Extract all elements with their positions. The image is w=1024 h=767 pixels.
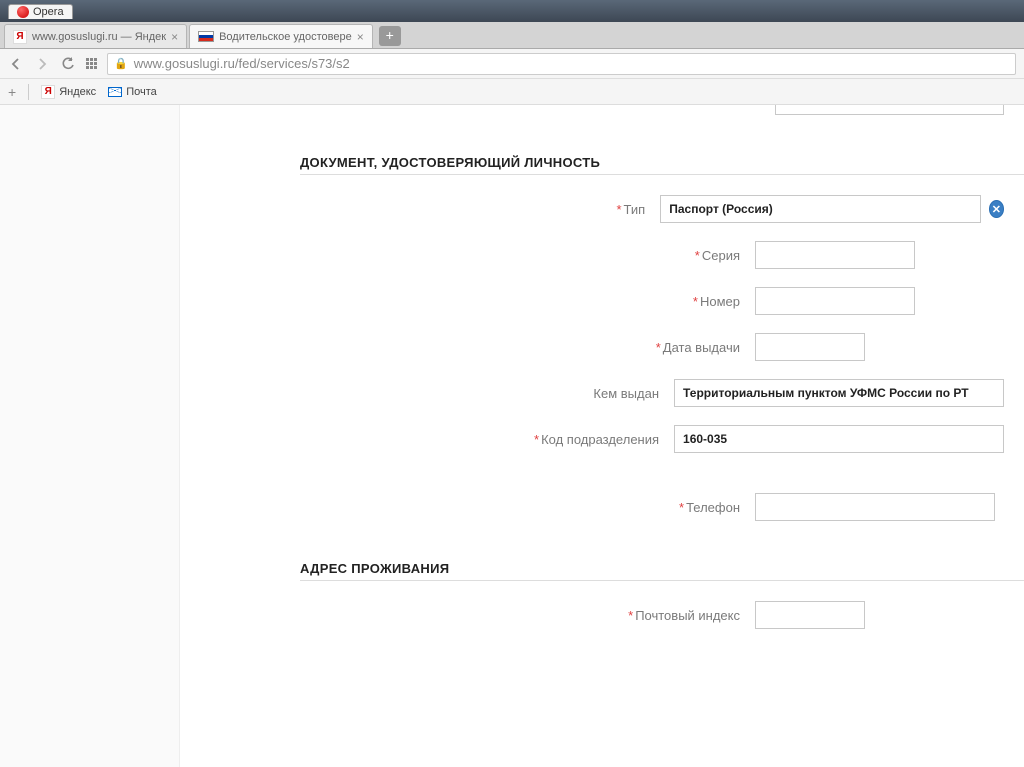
row-dept-code: *Код подразделения [200, 425, 1004, 453]
tab-title: www.gosuslugi.ru — Яндек [32, 31, 166, 43]
row-issued-by: Кем выдан [200, 379, 1004, 407]
page-content: ДОКУМЕНТ, УДОСТОВЕРЯЮЩИЙ ЛИЧНОСТЬ *Тип ✕… [0, 105, 1024, 767]
back-button[interactable] [8, 56, 24, 72]
russia-flag-icon [198, 31, 214, 42]
row-issue-date: *Дата выдачи [200, 333, 1004, 361]
close-icon[interactable]: × [357, 30, 364, 44]
yandex-icon: Я [13, 30, 27, 44]
apps-button[interactable] [86, 58, 97, 69]
browser-tab-2[interactable]: Водительское удостовере × [189, 24, 373, 48]
input-dept-code[interactable] [674, 425, 1004, 453]
input-issue-date[interactable] [755, 333, 865, 361]
window-titlebar: Opera [0, 0, 1024, 22]
clear-button[interactable]: ✕ [989, 200, 1004, 218]
divider [28, 84, 29, 100]
input-postcode[interactable] [755, 601, 865, 629]
new-tab-button[interactable]: + [379, 26, 401, 46]
add-bookmark-button[interactable]: + [8, 84, 16, 100]
label-postcode: *Почтовый индекс [200, 608, 755, 623]
input-issued-by[interactable] [674, 379, 1004, 407]
yandex-icon: Я [41, 85, 55, 99]
input-series[interactable] [755, 241, 915, 269]
section-title-document: ДОКУМЕНТ, УДОСТОВЕРЯЮЩИЙ ЛИЧНОСТЬ [300, 155, 1004, 170]
url-field[interactable]: 🔒 www.gosuslugi.ru/fed/services/s73/s2 [107, 53, 1016, 75]
browser-tab-1[interactable]: Я www.gosuslugi.ru — Яндек × [4, 24, 187, 48]
sidebar [0, 105, 180, 767]
partial-input[interactable] [775, 105, 1004, 115]
mail-icon [108, 87, 122, 97]
tab-title: Водительское удостовере [219, 31, 352, 43]
row-postcode: *Почтовый индекс [200, 601, 1004, 629]
close-icon[interactable]: × [171, 30, 178, 44]
url-text: www.gosuslugi.ru/fed/services/s73/s2 [134, 56, 1009, 71]
section-title-address: АДРЕС ПРОЖИВАНИЯ [300, 561, 1004, 576]
bookmark-yandex[interactable]: Я Яндекс [41, 85, 96, 99]
address-bar: 🔒 www.gosuslugi.ru/fed/services/s73/s2 [0, 49, 1024, 79]
input-type[interactable] [660, 195, 981, 223]
row-number: *Номер [200, 287, 1004, 315]
partial-field-row [200, 105, 1004, 115]
tab-strip: Я www.gosuslugi.ru — Яндек × Водительско… [0, 22, 1024, 49]
app-tab: Opera [8, 4, 73, 19]
reload-button[interactable] [60, 56, 76, 72]
label-type: *Тип [200, 202, 660, 217]
bookmark-mail[interactable]: Почта [108, 86, 157, 98]
main-form: ДОКУМЕНТ, УДОСТОВЕРЯЮЩИЙ ЛИЧНОСТЬ *Тип ✕… [180, 105, 1024, 767]
opera-logo-icon [17, 6, 29, 18]
bookmark-bar: + Я Яндекс Почта [0, 79, 1024, 105]
label-phone: *Телефон [200, 500, 755, 515]
bookmark-label: Почта [126, 86, 157, 98]
row-type: *Тип ✕ [200, 195, 1004, 223]
app-name: Opera [33, 6, 64, 18]
input-phone[interactable] [755, 493, 995, 521]
label-dept-code: *Код подразделения [200, 432, 674, 447]
bookmark-label: Яндекс [59, 86, 96, 98]
section-rule [300, 174, 1024, 175]
lock-icon: 🔒 [114, 57, 128, 70]
forward-button[interactable] [34, 56, 50, 72]
input-number[interactable] [755, 287, 915, 315]
section-rule [300, 580, 1024, 581]
row-series: *Серия [200, 241, 1004, 269]
row-phone: *Телефон [200, 493, 1004, 521]
label-issue-date: *Дата выдачи [200, 340, 755, 355]
label-issued-by: Кем выдан [200, 386, 674, 401]
label-number: *Номер [200, 294, 755, 309]
label-series: *Серия [200, 248, 755, 263]
